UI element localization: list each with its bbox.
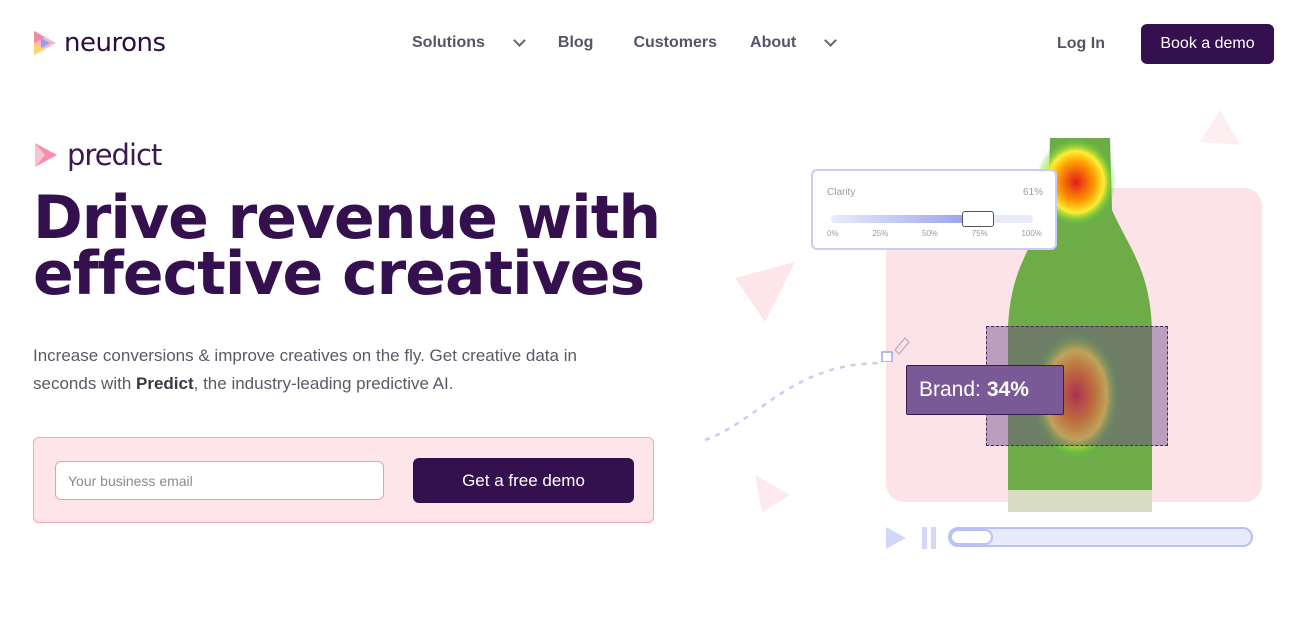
chevron-down-icon xyxy=(824,34,838,47)
video-progress-handle[interactable] xyxy=(950,529,993,545)
brand-label: Brand: xyxy=(919,378,981,401)
book-demo-button[interactable]: Book a demo xyxy=(1141,24,1274,64)
clarity-score-panel: Clarity 61% 0% 25% 50% 75% 100% xyxy=(811,169,1057,250)
main-menu: Solutions Blog Customers About xyxy=(412,34,838,52)
headline-line-1: Drive revenue with xyxy=(33,183,661,253)
hero-subtext: Increase conversions & improve creatives… xyxy=(33,342,633,398)
clarity-scale: 0% 25% 50% 75% 100% xyxy=(827,229,1042,238)
neurons-logo[interactable]: neurons xyxy=(32,28,166,58)
subtext-bold: Predict xyxy=(136,374,194,393)
video-progress-bar[interactable] xyxy=(948,527,1253,547)
clarity-value: 61% xyxy=(1023,187,1044,198)
play-icon[interactable] xyxy=(886,527,906,549)
demo-signup-form: Get a free demo xyxy=(33,437,654,523)
predict-logo-icon xyxy=(33,141,59,169)
clarity-tick: 100% xyxy=(1021,229,1042,238)
nav-item-solutions[interactable]: Solutions xyxy=(412,34,526,52)
clarity-tick: 25% xyxy=(872,229,889,238)
nav-item-customers[interactable]: Customers xyxy=(633,34,717,52)
clarity-tick: 0% xyxy=(827,229,839,238)
video-player-controls xyxy=(886,524,1256,552)
brand-score-tooltip: Brand: 34% xyxy=(906,365,1064,415)
business-email-input[interactable] xyxy=(55,461,384,500)
subtext-part-2: , the industry-leading predictive AI. xyxy=(193,374,454,393)
login-link[interactable]: Log In xyxy=(1057,35,1105,53)
hero-headline: Drive revenue with effective creatives xyxy=(33,183,673,309)
nav-item-blog[interactable]: Blog xyxy=(558,34,594,52)
nav-item-solutions-label: Solutions xyxy=(412,34,485,51)
get-free-demo-button[interactable]: Get a free demo xyxy=(413,458,634,503)
hero-illustration: Clarity 61% 0% 25% 50% 75% 100% Brand: 3… xyxy=(700,100,1304,570)
nav-item-blog-label: Blog xyxy=(557,34,594,51)
nav-item-about-label: About xyxy=(750,34,797,51)
predict-product-logo: predict xyxy=(33,138,162,172)
pen-tool-icon xyxy=(881,337,910,362)
headline-line-2: effective creatives xyxy=(33,239,645,309)
product-name: predict xyxy=(67,138,162,172)
top-navigation: neurons Solutions Blog Customers About L… xyxy=(0,0,1304,88)
clarity-label: Clarity xyxy=(827,187,856,198)
clarity-slider[interactable] xyxy=(831,211,1033,227)
clarity-slider-fill xyxy=(831,215,965,223)
nav-item-about[interactable]: About xyxy=(750,34,838,52)
pause-icon[interactable] xyxy=(922,527,936,549)
neurons-logo-icon xyxy=(32,28,58,58)
chevron-down-icon xyxy=(513,34,526,47)
brand-value: 34% xyxy=(986,378,1029,401)
clarity-tick: 75% xyxy=(971,229,988,238)
nav-item-customers-label: Customers xyxy=(633,34,718,51)
logo-text: neurons xyxy=(64,28,166,58)
clarity-slider-handle[interactable] xyxy=(962,211,995,227)
clarity-tick: 50% xyxy=(922,229,939,238)
